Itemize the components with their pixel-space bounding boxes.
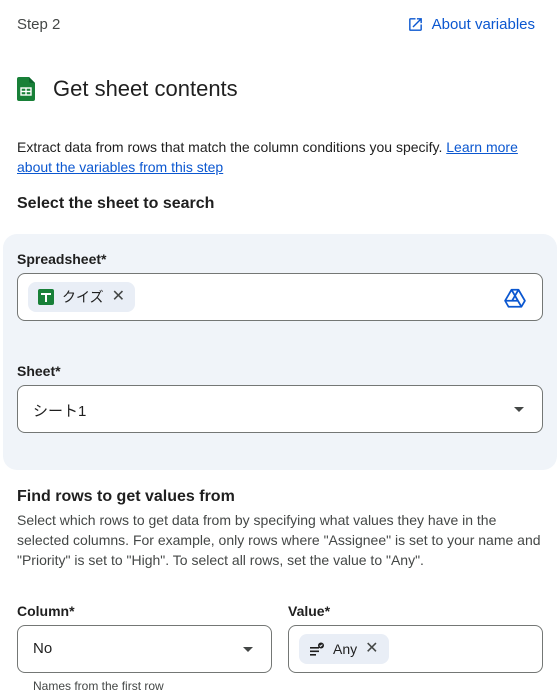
google-sheets-icon [38, 289, 54, 305]
variable-icon [310, 642, 324, 656]
column-label: Column* [17, 603, 75, 619]
spreadsheet-label: Spreadsheet* [17, 251, 107, 267]
column-dropdown[interactable]: No [17, 625, 272, 673]
about-variables-label: About variables [431, 16, 535, 33]
select-sheet-heading: Select the sheet to search [17, 195, 215, 212]
value-label: Value* [288, 603, 331, 619]
step-description: Extract data from rows that match the co… [17, 137, 547, 177]
sheet-dropdown[interactable]: シート1 [17, 385, 543, 433]
spreadsheet-chip-label: クイズ [62, 289, 104, 305]
sheet-label: Sheet* [17, 363, 61, 379]
open-in-new-icon [408, 18, 422, 31]
about-variables-link[interactable]: About variables [407, 16, 535, 33]
sheet-selection-panel [3, 234, 557, 470]
sheet-dropdown-value: シート1 [33, 403, 87, 420]
title-row: Get sheet contents [17, 76, 238, 102]
google-sheets-icon [17, 77, 35, 101]
google-drive-icon[interactable] [504, 287, 526, 309]
value-chip[interactable]: Any ✕ [299, 634, 389, 664]
spreadsheet-field[interactable]: クイズ ✕ [17, 273, 543, 321]
find-rows-description: Select which rows to get data from by sp… [17, 512, 541, 568]
spreadsheet-chip[interactable]: クイズ ✕ [28, 282, 135, 312]
close-icon[interactable]: ✕ [112, 289, 125, 305]
page-title: Get sheet contents [53, 76, 238, 101]
description-text: Extract data from rows that match the co… [17, 139, 447, 155]
dropdown-arrow-icon [514, 407, 524, 412]
close-icon[interactable]: ✕ [365, 641, 378, 657]
step-label: Step 2 [17, 16, 61, 33]
column-dropdown-value: No [33, 640, 53, 657]
dropdown-arrow-icon [243, 647, 253, 652]
value-chip-label: Any [333, 641, 358, 657]
column-helper-text: Names from the first row [33, 679, 164, 693]
value-field[interactable]: Any ✕ [288, 625, 543, 673]
find-rows-heading: Find rows to get values from [17, 488, 235, 505]
